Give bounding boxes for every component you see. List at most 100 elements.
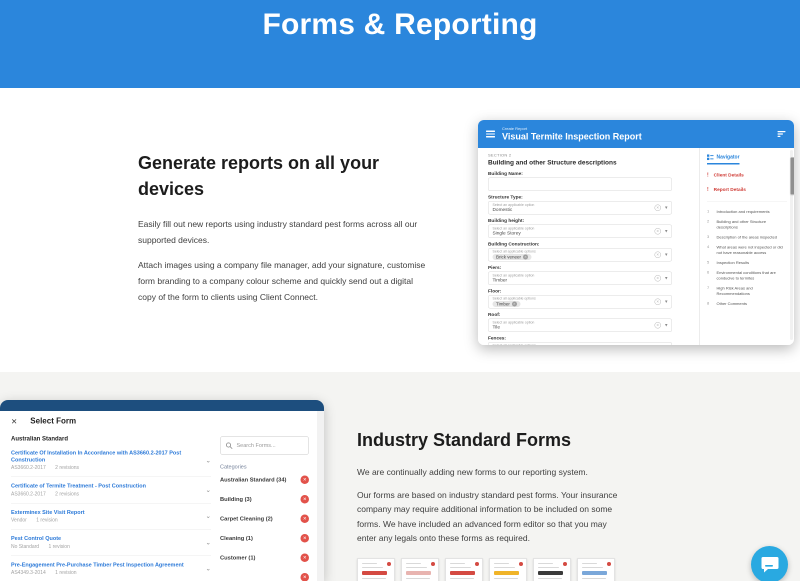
category-label: Customer (1) xyxy=(220,555,255,561)
form-field-chip[interactable]: Brick veneer × xyxy=(493,254,532,260)
form-item-title[interactable]: Pre-Engagement Pre-Purchase Timber Pest … xyxy=(11,562,191,569)
form-thumbnail[interactable] xyxy=(577,558,615,581)
category-row[interactable]: Australian Standard (34) ✕ xyxy=(220,470,309,490)
hero-paragraph-2: Attach images using a company file manag… xyxy=(138,257,430,305)
navigator-item[interactable]: 4 What areas were not inspected or did n… xyxy=(707,245,787,256)
remove-category-icon[interactable]: ✕ xyxy=(301,554,310,563)
industry-paragraph-1: We are continually adding new forms to o… xyxy=(357,465,619,480)
clear-icon[interactable]: × xyxy=(654,252,661,259)
form-field-input[interactable]: Select all applicable options Colourbond… xyxy=(488,342,672,345)
form-list-item[interactable]: Pest Control Quote No Standard 1 revisio… xyxy=(11,530,211,556)
form-item-meta: Vendor 1 revision xyxy=(11,518,191,524)
form-field-label: Roof: xyxy=(488,312,689,318)
form-item-title[interactable]: Pest Control Quote xyxy=(11,536,191,543)
navigator-item[interactable]: 7 High Risk Areas and Recommendations xyxy=(707,286,787,297)
form-field-input[interactable] xyxy=(488,178,672,192)
navigator-item[interactable]: 6 Environmental conditions that are cond… xyxy=(707,270,787,281)
form-item-standard: AS4349.3-2014 xyxy=(11,570,46,576)
dropdown-caret-icon[interactable]: ▾ xyxy=(665,299,668,305)
navigator-alert-item[interactable]: ! Report Details xyxy=(707,187,787,193)
form-item-text: Certificate Of Installation In Accordanc… xyxy=(11,450,191,471)
panel-scrollbar[interactable] xyxy=(318,411,325,581)
remove-category-icon[interactable]: ✕ xyxy=(301,515,310,524)
remove-category-icon[interactable]: ✕ xyxy=(301,476,310,485)
form-field-input[interactable]: Select all applicable options Timber × xyxy=(488,295,672,309)
search-icon xyxy=(226,442,233,449)
form-field-icons: × ▾ xyxy=(654,249,667,262)
form-thumbnail[interactable] xyxy=(357,558,395,581)
form-field-content: Select an applicable option Timber xyxy=(493,274,535,283)
remove-category-icon[interactable]: ✕ xyxy=(301,573,310,581)
form-group-heading: Australian Standard xyxy=(11,435,211,442)
close-icon[interactable]: ✕ xyxy=(11,417,17,426)
remove-category-icon[interactable]: ✕ xyxy=(301,495,310,504)
industry-block: Industry Standard Forms We are continual… xyxy=(357,430,619,581)
clear-icon[interactable]: × xyxy=(654,275,661,282)
category-row[interactable]: Cleaning (1) ✕ xyxy=(220,529,309,549)
form-item-title[interactable]: Exterminex Site Visit Report xyxy=(11,509,191,516)
dropdown-caret-icon[interactable]: ▾ xyxy=(665,205,668,211)
form-list-item[interactable]: Pre-Engagement Pre-Purchase Timber Pest … xyxy=(11,556,211,581)
thumbnail-badge-dot xyxy=(563,562,567,566)
form-list-item[interactable]: Exterminex Site Visit Report Vendor 1 re… xyxy=(11,503,211,529)
modal-top-bar xyxy=(0,400,324,411)
form-field-content: Select all applicable options Timber × xyxy=(493,297,536,307)
clear-icon[interactable]: × xyxy=(654,299,661,306)
scrollbar-thumb[interactable] xyxy=(790,157,794,195)
form-field-input[interactable]: Select an applicable option Tile × ▾ xyxy=(488,319,672,333)
form-item-text: Pest Control Quote No Standard 1 revisio… xyxy=(11,536,191,550)
navigator-item[interactable]: 8 Other Comments xyxy=(707,301,787,307)
hero-heading: Generate reports on all your devices xyxy=(138,150,438,202)
form-field-icons: × ▾ xyxy=(654,272,667,285)
navigator-item[interactable]: 5 Inspection Results xyxy=(707,260,787,266)
remove-category-icon[interactable]: ✕ xyxy=(301,534,310,543)
hero-text: Generate reports on all your devices Eas… xyxy=(138,150,438,305)
dropdown-caret-icon[interactable]: ▾ xyxy=(665,276,668,282)
navigator-item[interactable]: 3 Description of the areas inspected xyxy=(707,235,787,241)
category-row[interactable]: ✕ xyxy=(220,568,309,581)
chip-remove-icon[interactable]: × xyxy=(512,301,517,306)
form-thumbnail[interactable] xyxy=(445,558,483,581)
dropdown-caret-icon[interactable]: ▾ xyxy=(665,323,668,329)
scrollbar[interactable] xyxy=(790,150,793,340)
category-row[interactable]: Building (3) ✕ xyxy=(220,490,309,510)
clear-icon[interactable]: × xyxy=(654,322,661,329)
clear-icon[interactable]: × xyxy=(654,205,661,212)
chat-launcher-button[interactable] xyxy=(751,546,788,581)
form-thumbnail[interactable] xyxy=(533,558,571,581)
form-item-standard: Vendor xyxy=(11,518,27,524)
form-field-content: Select all applicable options Colourbond… xyxy=(493,344,541,345)
navigator-item[interactable]: 2 Building and other Structure descripti… xyxy=(707,219,787,230)
dropdown-caret-icon[interactable]: ▾ xyxy=(665,229,668,235)
form-list-item[interactable]: Certificate of Termite Treatment - Post … xyxy=(11,477,211,503)
navigator-alert-item[interactable]: ! Client Details xyxy=(707,173,787,179)
thumbnail-badge-dot xyxy=(519,562,523,566)
alert-icon: ! xyxy=(707,187,709,193)
form-field-input[interactable]: Select an applicable option Single Store… xyxy=(488,225,672,239)
form-item-title[interactable]: Certificate of Termite Treatment - Post … xyxy=(11,483,191,490)
form-thumbnail[interactable] xyxy=(401,558,439,581)
form-field-input[interactable]: Select an applicable option Timber × ▾ xyxy=(488,272,672,286)
form-field: Building Construction: Select all applic… xyxy=(488,242,689,262)
dropdown-caret-icon[interactable]: ▾ xyxy=(665,252,668,258)
search-input[interactable]: Search Forms... xyxy=(220,436,309,455)
form-field: Structure Type: Select an applicable opt… xyxy=(488,195,689,215)
form-field-chip[interactable]: Timber × xyxy=(493,301,521,307)
navigator-item[interactable]: 1 Introduction and requirements xyxy=(707,209,787,215)
navigator-tab[interactable]: Navigator xyxy=(707,154,740,165)
form-thumbnail[interactable] xyxy=(489,558,527,581)
chip-remove-icon[interactable]: × xyxy=(523,254,528,259)
form-list: Australian Standard Certificate Of Insta… xyxy=(11,430,211,581)
navigator-item-label: High Risk Areas and Recommendations xyxy=(717,286,788,297)
form-list-item[interactable]: Certificate Of Installation In Accordanc… xyxy=(11,444,211,477)
menu-icon[interactable] xyxy=(486,131,495,138)
form-item-title[interactable]: Certificate Of Installation In Accordanc… xyxy=(11,450,191,464)
form-thumbnails xyxy=(357,558,619,581)
category-row[interactable]: Carpet Cleaning (2) ✕ xyxy=(220,509,309,529)
category-row[interactable]: Customer (1) ✕ xyxy=(220,548,309,568)
clear-icon[interactable]: × xyxy=(654,228,661,235)
tune-icon[interactable] xyxy=(778,131,787,138)
form-field-input[interactable]: Select all applicable options Brick vene… xyxy=(488,248,672,262)
form-field: Building Name: xyxy=(488,171,689,191)
form-field-input[interactable]: Select an applicable option Domestic × ▾ xyxy=(488,201,672,215)
